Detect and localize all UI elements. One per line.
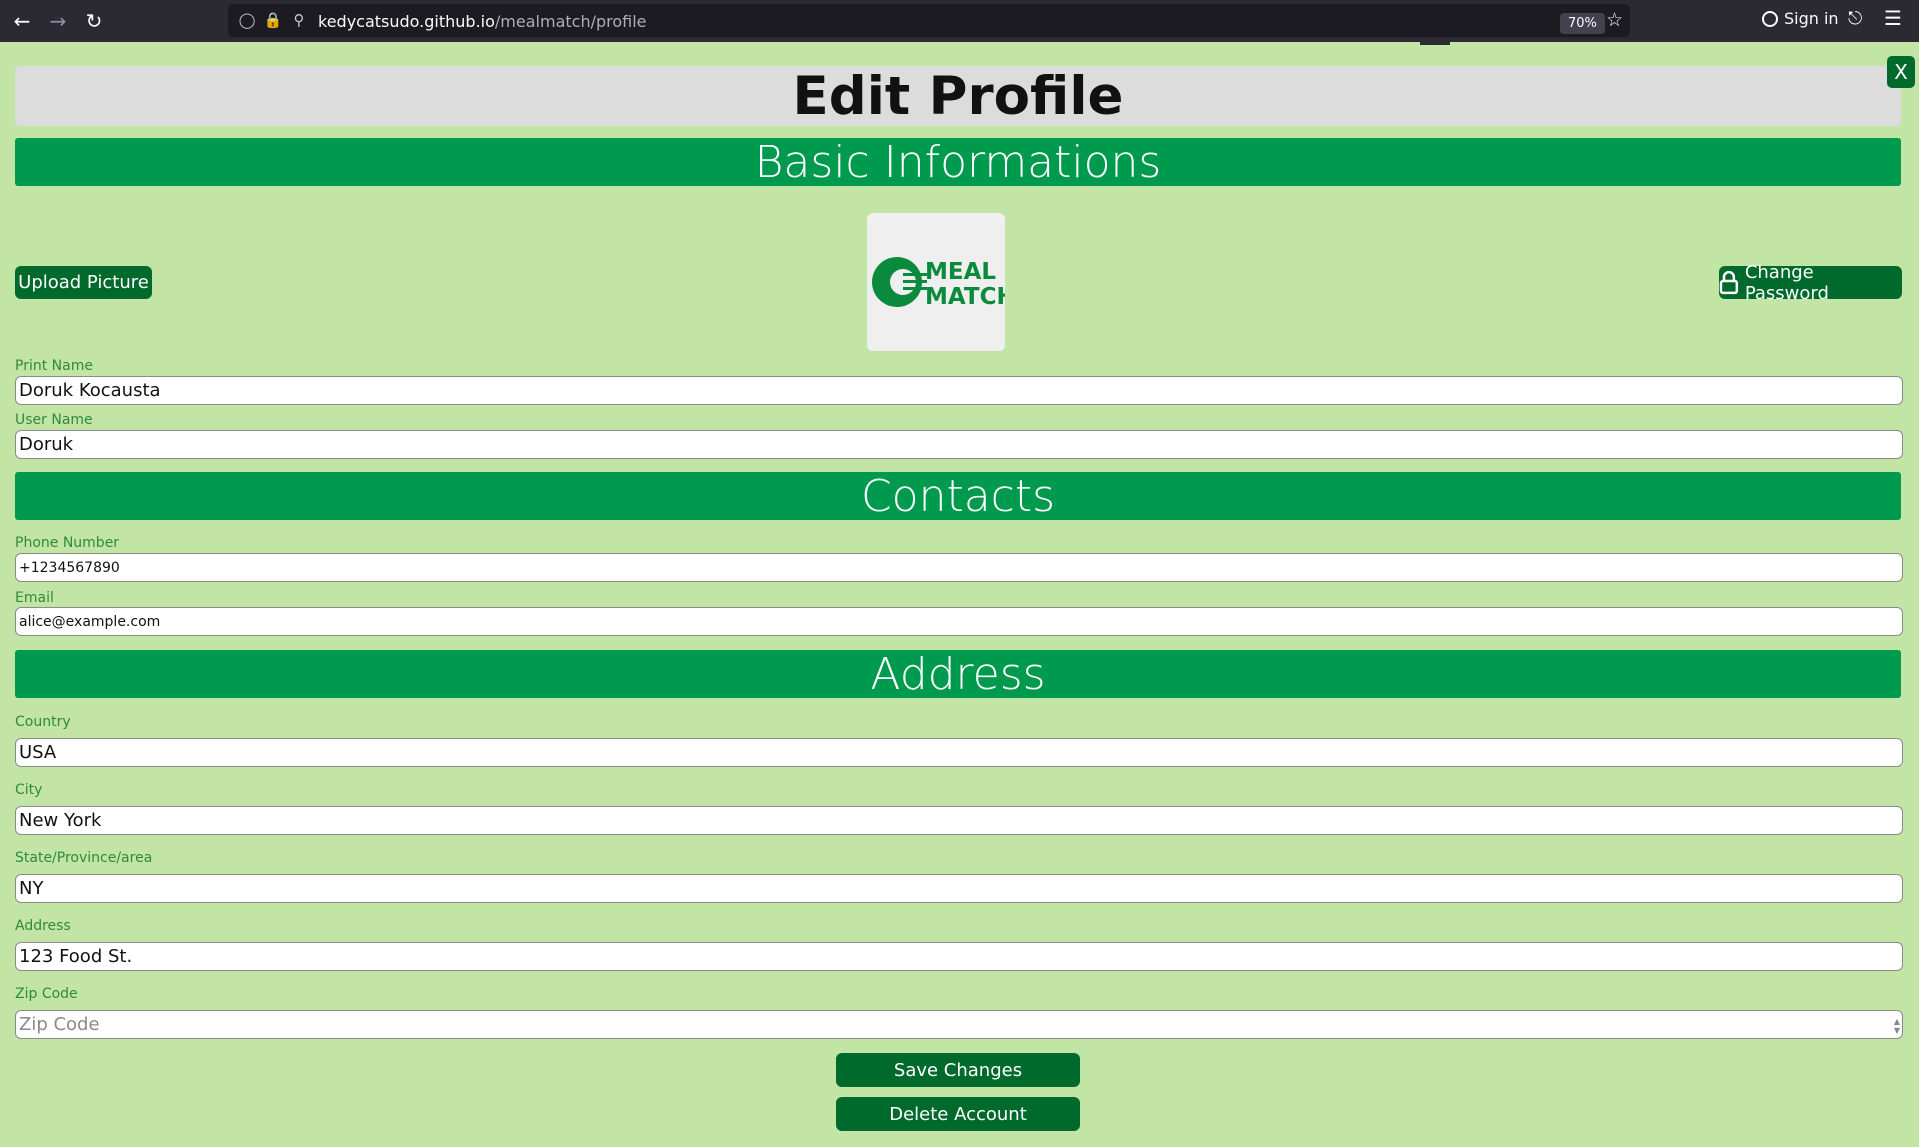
shield-icon[interactable]: ◯ bbox=[236, 9, 258, 31]
upload-picture-button[interactable]: Upload Picture bbox=[15, 266, 152, 299]
change-password-label: Change Password bbox=[1744, 261, 1829, 304]
zip-code-input[interactable] bbox=[15, 1010, 1903, 1039]
browser-toolbar: ← → ↻ ◯ 🔒 ⚲ kedycatsudo.github.io/mealma… bbox=[0, 0, 1919, 42]
print-name-label: Print Name bbox=[15, 358, 93, 374]
country-input[interactable] bbox=[15, 738, 1903, 767]
city-label: City bbox=[15, 782, 43, 798]
profile-picture: MEAL MATCH bbox=[867, 213, 1016, 351]
zoom-badge[interactable]: 70% bbox=[1560, 13, 1605, 34]
phone-number-label: Phone Number bbox=[15, 535, 120, 551]
delete-account-button[interactable]: Delete Account bbox=[836, 1097, 1080, 1131]
forward-icon[interactable]: → bbox=[43, 6, 73, 36]
address-bar[interactable]: ◯ 🔒 ⚲ kedycatsudo.github.io/mealmatch/pr… bbox=[228, 4, 1630, 37]
user-name-input[interactable] bbox=[15, 430, 1903, 459]
sign-in-button[interactable]: Sign in bbox=[1762, 9, 1839, 28]
sign-in-label: Sign in bbox=[1784, 9, 1839, 28]
page-title: Edit Profile bbox=[792, 65, 1124, 127]
change-password-button[interactable]: Change Password bbox=[1719, 262, 1902, 304]
address-input[interactable] bbox=[15, 942, 1903, 971]
address-label: Address bbox=[15, 918, 71, 934]
key-icon[interactable]: ⚲ bbox=[288, 9, 310, 31]
section-address: Address bbox=[15, 649, 1901, 700]
save-changes-button[interactable]: Save Changes bbox=[836, 1053, 1080, 1087]
reload-icon[interactable]: ↻ bbox=[79, 6, 109, 36]
extensions-icon[interactable]: ⎋ bbox=[1848, 8, 1862, 29]
lock-icon[interactable]: 🔒 bbox=[262, 9, 284, 31]
edit-profile-page: Edit Profile X Basic Informations Upload… bbox=[0, 42, 1919, 1147]
city-input[interactable] bbox=[15, 806, 1903, 835]
country-label: Country bbox=[15, 714, 71, 730]
print-name-input[interactable] bbox=[15, 376, 1903, 405]
state-label: State/Province/area bbox=[15, 850, 153, 866]
number-spinner-icon[interactable]: ▲ ▼ bbox=[1892, 1017, 1902, 1035]
page-header: Edit Profile bbox=[15, 65, 1901, 127]
account-icon bbox=[1762, 10, 1778, 27]
close-button[interactable]: X bbox=[1887, 56, 1915, 88]
email-input[interactable] bbox=[15, 607, 1903, 636]
phone-number-input[interactable] bbox=[15, 553, 1903, 582]
meal-match-logo: MEAL MATCH bbox=[872, 257, 1016, 310]
email-label: Email bbox=[15, 590, 54, 606]
url-text[interactable]: kedycatsudo.github.io/mealmatch/profile bbox=[318, 12, 647, 31]
zip-code-label: Zip Code bbox=[15, 986, 78, 1002]
logo-text-meal: MEAL bbox=[925, 259, 996, 285]
url-host: kedycatsudo.github.io bbox=[318, 12, 495, 31]
state-input[interactable] bbox=[15, 874, 1903, 903]
lock-icon bbox=[1719, 270, 1739, 294]
back-icon[interactable]: ← bbox=[7, 6, 37, 36]
bookmark-star-icon[interactable]: ☆ bbox=[1606, 9, 1623, 31]
user-name-label: User Name bbox=[15, 412, 93, 428]
section-contacts: Contacts bbox=[15, 471, 1901, 522]
url-path: /mealmatch/profile bbox=[494, 12, 647, 31]
section-basic-informations: Basic Informations bbox=[15, 137, 1901, 188]
logo-text-match: MATCH bbox=[925, 284, 1005, 310]
hamburger-menu-icon[interactable]: ☰ bbox=[1884, 6, 1902, 30]
